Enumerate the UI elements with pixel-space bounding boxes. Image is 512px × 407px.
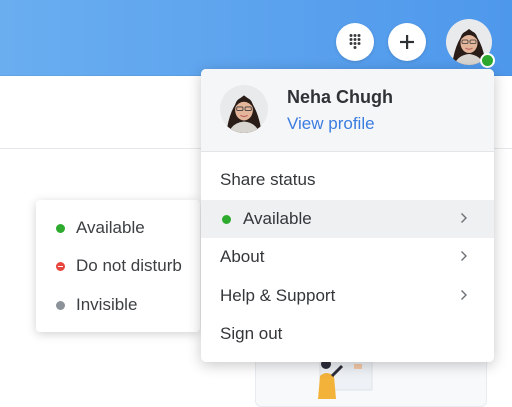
add-button[interactable]: [388, 23, 426, 61]
avatar: [220, 85, 268, 133]
invisible-status-icon: [56, 300, 65, 310]
current-status-menu-item[interactable]: Available: [201, 200, 494, 238]
about-menu-item[interactable]: About: [201, 238, 494, 276]
profile-menu-header: Neha Chugh View profile: [201, 69, 494, 152]
status-popover: Available Do not disturb Invisible: [36, 200, 200, 332]
dialpad-button[interactable]: [336, 23, 374, 61]
presence-status-dot: [480, 53, 495, 68]
status-option-invisible[interactable]: Invisible: [36, 287, 200, 323]
status-option-label: Invisible: [76, 295, 138, 314]
plus-icon: [400, 35, 414, 49]
available-status-icon: [222, 214, 231, 224]
profile-menu: Neha Chugh View profile Share status Ava…: [201, 69, 494, 362]
dialpad-icon: [349, 34, 361, 49]
menu-item-label: Sign out: [220, 324, 283, 343]
do-not-disturb-icon: [56, 261, 65, 271]
chevron-right-icon: [461, 213, 467, 223]
sign-out-menu-item[interactable]: Sign out: [201, 315, 494, 353]
share-status-heading: Share status: [201, 161, 494, 199]
status-option-label: Available: [76, 218, 145, 237]
help-support-menu-item[interactable]: Help & Support: [201, 277, 494, 315]
chevron-right-icon: [461, 251, 467, 261]
status-option-available[interactable]: Available: [36, 210, 200, 246]
top-bar: [0, 0, 512, 76]
menu-item-label: Share status: [220, 170, 316, 189]
available-status-icon: [56, 223, 65, 233]
status-option-do-not-disturb[interactable]: Do not disturb: [36, 248, 200, 284]
user-name: Neha Chugh: [287, 87, 393, 107]
status-option-label: Do not disturb: [76, 256, 182, 275]
view-profile-link[interactable]: View profile: [287, 114, 375, 134]
menu-item-label: About: [220, 247, 265, 266]
chevron-right-icon: [461, 290, 467, 300]
menu-item-label: Available: [243, 209, 312, 228]
menu-item-label: Help & Support: [220, 286, 336, 305]
profile-avatar: [220, 85, 268, 133]
